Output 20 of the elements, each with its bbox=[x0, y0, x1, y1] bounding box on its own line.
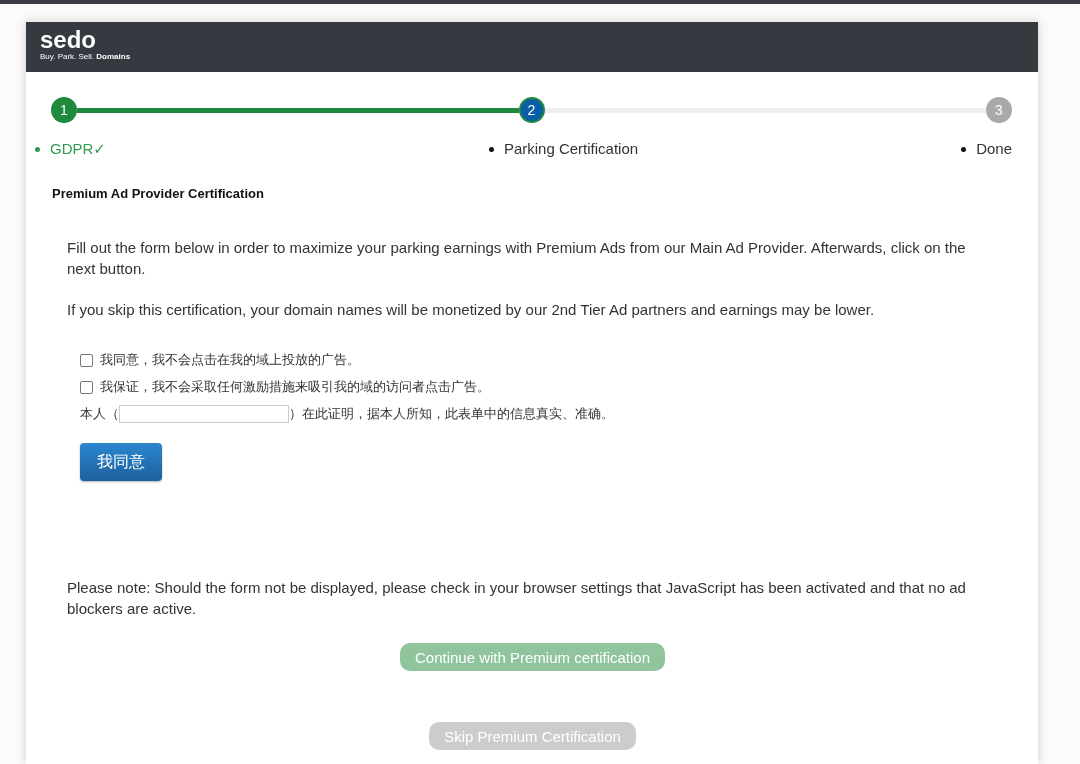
declaration-text: 本人（ bbox=[80, 405, 119, 423]
step-label: Done bbox=[976, 139, 1012, 159]
step-number: 3 bbox=[986, 97, 1012, 123]
section-heading: Premium Ad Provider Certification bbox=[52, 186, 265, 201]
tagline: Buy. Park. Sell. Domains bbox=[40, 52, 132, 62]
paragraph: Fill out the form below in order to maximize your parking earnings with Premium Ads from our Main Ad Provider. Afterwards, click on the next button. bbox=[67, 238, 967, 279]
declaration-text: ）在此证明，据本人所知，此表单中的信息真实、准确。 bbox=[289, 405, 614, 423]
step-number: 1 bbox=[51, 97, 77, 123]
checkbox[interactable] bbox=[80, 353, 93, 367]
checkbox[interactable] bbox=[80, 380, 93, 394]
logo: sedo bbox=[40, 28, 97, 52]
name-field[interactable] bbox=[119, 405, 289, 423]
checkbox-label: 我保证，我不会采取任何激励措施来吸引我的域的访问者点击广告。 bbox=[100, 378, 490, 396]
step-number: 2 bbox=[518, 97, 545, 123]
paragraph: If you skip this certification, your domain names will be monetized by our 2nd Tier Ad partners and earnings may be lower. bbox=[67, 300, 876, 320]
checkbox-label: 我同意，我不会点击在我的域上投放的广告。 bbox=[100, 351, 360, 369]
note-text: Please note: Should the form not be displayed, please check in your browser settings that JavaScript has been activated and that no ad blockers are active. bbox=[67, 578, 967, 619]
step-label: Parking Certification bbox=[503, 139, 639, 159]
step-label: GDPR✓ bbox=[50, 139, 106, 159]
agree-button[interactable]: 我同意 bbox=[80, 443, 162, 481]
